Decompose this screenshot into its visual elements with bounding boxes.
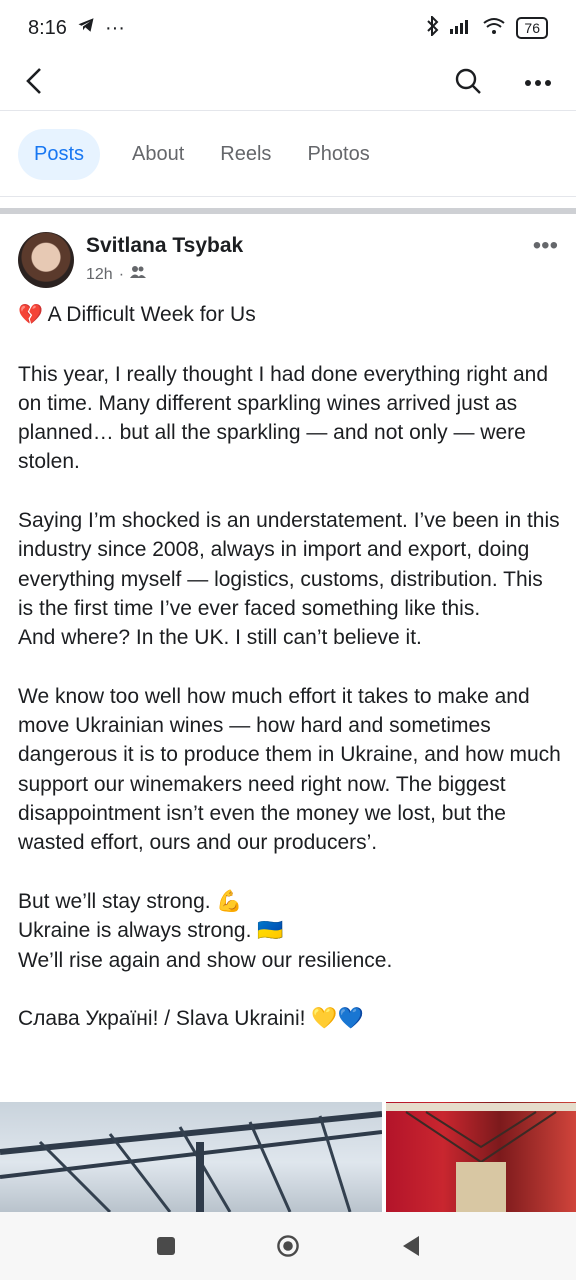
status-bar: 8:16 ··· 76 [0, 0, 576, 56]
status-time: 8:16 [28, 16, 67, 39]
telegram-icon [77, 16, 95, 40]
post-title-line: A Difficult Week for Us [47, 303, 256, 326]
closing-line-3: We’ll rise again and show our resilience… [18, 948, 393, 972]
signal-icon [450, 18, 472, 39]
tab-reels[interactable]: Reels [216, 129, 275, 180]
top-nav [0, 56, 576, 110]
friends-icon [130, 265, 147, 284]
square-nav-icon[interactable] [154, 1234, 178, 1258]
closing-line-1: But we’ll stay strong. 💪 [18, 889, 243, 913]
slava-line: Слава Україні! / Slava Ukraini! 💛💙 [18, 1007, 364, 1031]
post-paragraph-3: We know too well how much effort it take… [18, 684, 567, 855]
back-triangle-icon[interactable] [398, 1234, 422, 1258]
nav-actions [454, 67, 552, 100]
status-left: 8:16 ··· [28, 16, 125, 40]
post-options-icon[interactable]: ••• [533, 232, 558, 260]
tabs-divider [0, 196, 576, 197]
status-right: 76 [426, 14, 548, 41]
post-image-truck[interactable] [386, 1102, 576, 1212]
bluetooth-icon [426, 14, 440, 41]
battery-indicator: 76 [516, 17, 548, 39]
more-horizontal-icon[interactable] [524, 74, 552, 92]
meta-separator: · [118, 265, 125, 283]
post-images [0, 1102, 576, 1212]
tab-posts[interactable]: Posts [18, 128, 101, 180]
avatar[interactable] [18, 232, 74, 288]
post-paragraph-2: Saying I’m shocked is an understatement.… [18, 509, 560, 650]
post-meta: 12h · [86, 265, 147, 284]
tab-about[interactable]: About [128, 129, 188, 180]
bottom-nav-bar [0, 1212, 576, 1280]
post-paragraph-1: This year, I really thought I had done e… [18, 362, 554, 474]
header-divider [0, 110, 576, 111]
broken-heart-icon: 💔 [18, 304, 43, 326]
back-arrow-icon[interactable] [24, 67, 44, 100]
profile-tabs: Posts About Reels Photos [18, 128, 374, 180]
post-body: 💔 A Difficult Week for Us This year, I r… [18, 300, 563, 1033]
search-icon[interactable] [454, 67, 482, 100]
more-dots-icon: ··· [104, 16, 125, 39]
post-image-canopy[interactable] [0, 1102, 383, 1212]
tab-photos[interactable]: Photos [303, 129, 373, 180]
post-author[interactable]: Svitlana Tsybak [86, 234, 243, 258]
wifi-icon [482, 17, 506, 40]
post-header: Svitlana Tsybak 12h · ••• [18, 232, 558, 302]
post-time[interactable]: 12h [86, 266, 113, 284]
home-circle-icon[interactable] [276, 1234, 300, 1258]
closing-line-2: Ukraine is always strong. 🇺🇦 [18, 919, 284, 943]
section-separator [0, 208, 576, 214]
